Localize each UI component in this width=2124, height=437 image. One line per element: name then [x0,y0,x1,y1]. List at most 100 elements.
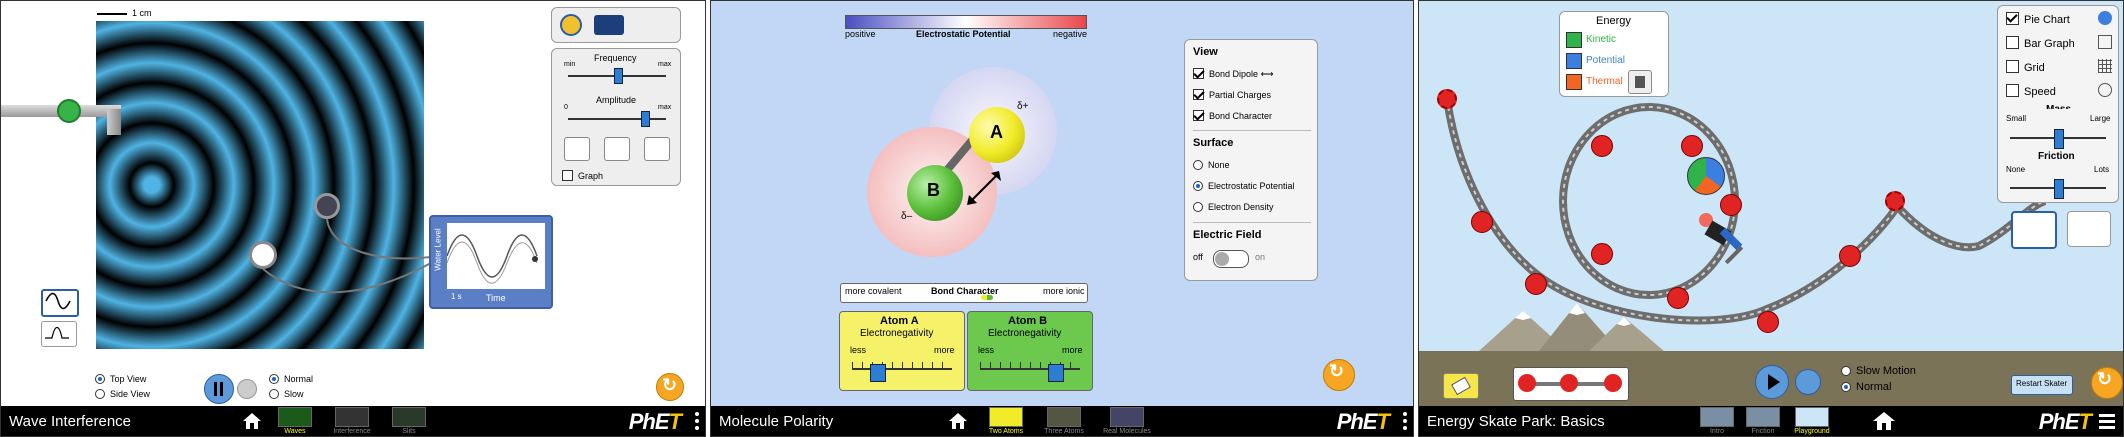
wave-continuous-button[interactable] [41,289,79,317]
surface-density-option[interactable]: Electron Density [1193,202,1274,212]
clear-thermal-button[interactable] [1628,70,1652,94]
normal-speed-radio[interactable] [1841,382,1851,392]
tab-intro-label: Intro [1709,428,1724,435]
stopwatch-icon[interactable] [594,15,624,35]
speed-slow-radio[interactable] [269,389,279,399]
partial-charges-checkbox[interactable] [1193,89,1204,100]
play-button[interactable] [1755,365,1789,399]
efield-toggle[interactable] [1213,250,1249,268]
tab-intro[interactable]: Intro [1697,407,1737,435]
detach-skater-button[interactable] [2067,211,2111,247]
potential-positive-label: positive [845,29,876,39]
step-button[interactable] [237,379,257,399]
menu-icon[interactable] [695,412,699,433]
pie-chart-option[interactable]: Pie Chart [2006,12,2070,26]
speed-option[interactable]: Speed [2006,84,2056,98]
wave-pulse-button[interactable] [41,321,77,347]
eraser-button[interactable] [1443,373,1479,399]
atom-b-slider-thumb[interactable] [1048,364,1064,382]
tab-real-molecules-label: Real Molecules [1103,428,1151,435]
phet-logo[interactable]: PhET [1337,409,1390,435]
bond-dipole-checkbox[interactable] [1193,68,1204,79]
top-view-radio[interactable] [95,374,105,384]
track-piece-toolbox[interactable] [1513,367,1629,401]
surface-density-radio[interactable] [1193,202,1203,212]
bond-dipole-option[interactable]: Bond Dipole ⟷ [1193,68,1273,80]
speed-normal-radio[interactable] [269,374,279,384]
pause-button[interactable] [204,374,234,404]
track-control-point[interactable] [1591,135,1613,157]
home-icon[interactable] [1871,410,1897,432]
home-icon[interactable] [947,411,969,431]
tab-interference[interactable]: Interference [332,407,372,435]
speed-normal-option[interactable]: Normal [269,374,313,384]
grid-option[interactable]: Grid [2006,60,2045,74]
atom-b[interactable]: B [907,165,963,221]
track-control-point[interactable] [1667,287,1689,309]
skater[interactable] [1697,209,1749,269]
reset-all-button[interactable] [656,373,684,401]
surface-heading: Surface [1193,137,1234,149]
track-control-point[interactable] [1681,135,1703,157]
graph-checkbox[interactable]: Graph [562,170,603,181]
tab-waves[interactable]: Waves [275,407,315,435]
amplitude-slider-thumb[interactable] [640,111,650,127]
tab-slits[interactable]: Slits [389,407,429,435]
surface-potential-radio[interactable] [1193,181,1203,191]
step-button[interactable] [1795,369,1821,395]
atom-a[interactable]: A [969,107,1025,163]
phet-logo[interactable]: PhET [2039,409,2092,435]
atom-a-slider-thumb[interactable] [870,364,886,382]
mass-slider-thumb[interactable] [2054,129,2064,149]
pie-chart-checkbox[interactable] [2006,12,2019,25]
side-view-radio[interactable] [95,389,105,399]
track-control-point[interactable] [1839,245,1861,267]
tab-friction[interactable]: Friction [1743,407,1783,435]
track-control-point[interactable] [1885,191,1905,211]
surface-potential-option[interactable]: Electrostatic Potential [1193,181,1295,191]
top-view-option[interactable]: Top View [95,374,146,384]
track-control-point[interactable] [1591,243,1613,265]
bond-character-checkbox[interactable] [1193,110,1204,121]
tab-two-atoms[interactable]: Two Atoms [983,407,1029,435]
phet-logo[interactable]: PhET [629,409,682,435]
speaker-source-button[interactable] [604,137,630,161]
normal-speed-option[interactable]: Normal [1841,381,1891,393]
surface-none-option[interactable]: None [1193,160,1230,170]
hamburger-menu-icon[interactable] [2099,414,2115,429]
partial-charges-option[interactable]: Partial Charges [1193,89,1271,100]
graph-checkbox-box[interactable] [562,170,573,181]
attach-skater-button[interactable] [2011,211,2057,249]
speed-slow-option[interactable]: Slow [269,389,304,399]
tab-three-atoms[interactable]: Three Atoms [1039,407,1089,435]
track-control-point[interactable] [1757,311,1779,333]
light-source-button[interactable] [644,137,670,161]
track-control-point[interactable] [1471,211,1493,233]
faucet-source-button[interactable] [564,137,590,161]
slow-motion-option[interactable]: Slow Motion [1841,365,1916,377]
friction-slider-thumb[interactable] [2054,179,2064,199]
slow-motion-radio[interactable] [1841,366,1851,376]
home-icon[interactable] [241,411,263,431]
speed-checkbox[interactable] [2006,84,2019,97]
water-level-chart[interactable]: Water Level 1 s Time [429,215,553,309]
restart-skater-button[interactable]: Restart Skater [2011,375,2073,395]
track-control-point[interactable] [1525,273,1547,295]
top-view-label: Top View [110,374,147,384]
bar-graph-option[interactable]: Bar Graph [2006,36,2075,50]
tab-playground[interactable]: Playground [1789,407,1835,435]
reset-all-button[interactable] [1323,359,1355,391]
tab-real-molecules[interactable]: Real Molecules [1099,407,1155,435]
menu-icon[interactable] [1403,412,1407,433]
atom-a-slider-track [852,368,952,370]
grid-checkbox[interactable] [2006,60,2019,73]
track-control-point[interactable] [1437,89,1457,109]
measuring-tape-icon[interactable] [560,14,582,36]
surface-none-radio[interactable] [1193,160,1203,170]
bar-graph-checkbox[interactable] [2006,36,2019,49]
side-view-option[interactable]: Side View [95,389,150,399]
frequency-slider-thumb[interactable] [613,68,623,84]
reset-all-button[interactable] [2091,367,2123,399]
atom-b-en-label: Electronegativity [988,328,1062,339]
bond-character-option[interactable]: Bond Character [1193,110,1272,121]
